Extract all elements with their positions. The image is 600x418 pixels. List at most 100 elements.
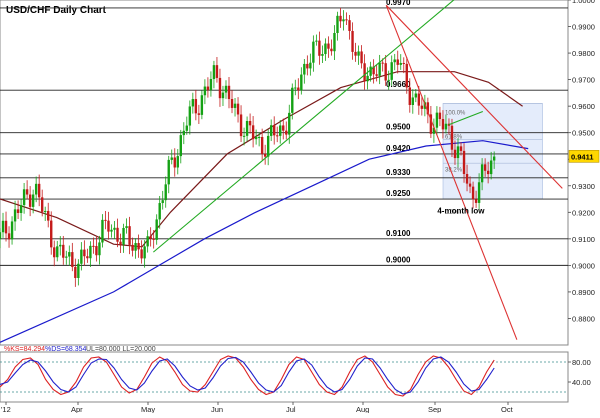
candle-body	[300, 74, 303, 91]
candle-body	[10, 221, 14, 240]
candle-body	[387, 79, 390, 81]
candle-body	[197, 113, 201, 115]
candle-body	[248, 121, 252, 126]
candle-body	[80, 249, 83, 264]
candle-body	[28, 194, 32, 207]
candle-body	[25, 189, 29, 195]
candle-body	[411, 97, 415, 105]
level-label: 0.9970	[386, 0, 411, 7]
fib-label: 61.8%	[445, 134, 463, 140]
candle-body	[462, 150, 466, 175]
y-tick-label: 0.9800	[572, 49, 595, 58]
candle-body	[399, 62, 402, 65]
candle-body	[167, 159, 170, 185]
candle-body	[242, 135, 246, 137]
candle-body	[236, 103, 240, 115]
candle-body	[486, 170, 490, 175]
candle-body	[137, 243, 140, 250]
candle-body	[321, 54, 324, 56]
candle-body	[230, 99, 234, 108]
candle-body	[31, 194, 35, 207]
candle-body	[366, 75, 369, 82]
candle-body	[149, 236, 152, 239]
candle-body	[336, 15, 339, 33]
candle-body	[420, 105, 424, 109]
candle-body	[269, 125, 273, 136]
candle-body	[188, 106, 192, 126]
candle-body	[170, 157, 173, 160]
annotation-4-month-low: 4-month low	[437, 207, 485, 216]
chart-title: USD/CHF Daily Chart	[6, 5, 107, 16]
y-tick-label: 1.0000	[572, 0, 595, 5]
candle-body	[155, 219, 158, 240]
candle-body	[40, 197, 44, 212]
candle-body	[282, 125, 285, 131]
y-tick-label: 0.9000	[572, 261, 595, 270]
candle-body	[74, 266, 77, 278]
y-tick-label: 0.9700	[572, 76, 595, 85]
candle-body	[333, 32, 336, 52]
candle-body	[414, 93, 418, 98]
x-tick-label: Oct	[501, 405, 514, 413]
candle-body	[465, 174, 469, 184]
candle-body	[477, 182, 481, 203]
candle-body	[402, 62, 405, 64]
candle-body	[191, 99, 195, 107]
chart-svg: USD/CHF Daily Chart 100.0%61.8%38.2%0.0%…	[0, 0, 600, 414]
candle-body	[324, 43, 327, 55]
candle-body	[56, 246, 59, 258]
candle-body	[306, 63, 309, 69]
candle-body	[37, 183, 41, 198]
osc-legend-label: %KS=84.294	[4, 346, 45, 353]
candle-body	[122, 227, 125, 245]
y-tick-label: 0.9200	[572, 208, 595, 217]
candle-body	[272, 125, 276, 136]
candle-body	[405, 63, 408, 88]
candle-body	[221, 92, 225, 99]
candle-body	[0, 232, 2, 239]
candle-body	[279, 125, 282, 136]
current-price-label: 0.9411	[571, 152, 594, 161]
candle-body	[185, 125, 189, 131]
candle-body	[128, 226, 131, 245]
candle-body	[408, 87, 411, 105]
candle-body	[339, 15, 342, 22]
candle-body	[251, 125, 255, 140]
candle-body	[393, 59, 396, 63]
candle-body	[101, 219, 104, 243]
candle-body	[65, 256, 68, 258]
candle-body	[158, 203, 161, 220]
candle-body	[203, 86, 207, 96]
candle-body	[254, 137, 258, 140]
candle-body	[53, 247, 56, 258]
osc-legend-label: UL=80.000 LL=20.000	[86, 346, 156, 353]
candle-body	[113, 227, 116, 230]
candle-body	[381, 62, 384, 64]
candle-body	[89, 245, 92, 259]
y-tick-label: 0.9300	[572, 182, 595, 191]
x-tick-label: Apr	[71, 405, 83, 413]
level-label: 0.9100	[386, 229, 411, 238]
candle-body	[233, 103, 237, 108]
candle-body	[1, 220, 5, 233]
candle-body	[390, 62, 393, 80]
candle-body	[116, 227, 119, 242]
x-tick-label: Aug	[356, 405, 369, 413]
candle-body	[257, 136, 261, 138]
candle-body	[492, 156, 496, 161]
candle-body	[444, 123, 448, 130]
candle-body	[459, 146, 463, 151]
candle-body	[468, 183, 472, 187]
candle-body	[351, 30, 354, 52]
candle-body	[456, 146, 460, 159]
candle-body	[489, 160, 493, 175]
candle-body	[375, 74, 378, 76]
candle-body	[182, 130, 186, 136]
level-label: 0.9420	[386, 144, 411, 153]
level-label: 0.9000	[386, 255, 411, 264]
candle-body	[134, 243, 137, 251]
candle-body	[59, 244, 62, 247]
candle-body	[218, 77, 222, 99]
candle-body	[4, 220, 8, 234]
candle-body	[471, 186, 475, 200]
